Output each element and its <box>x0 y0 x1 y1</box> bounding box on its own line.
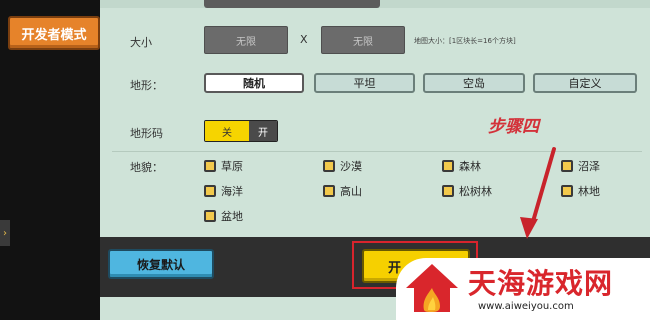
biome-label: 沼泽 <box>578 160 600 173</box>
terrain-option-flat[interactable]: 平坦 <box>314 73 415 93</box>
biome-label: 盆地 <box>221 210 243 223</box>
biome-item-basin[interactable]: 盆地 <box>204 208 243 224</box>
developer-mode-button[interactable]: 开发者模式 <box>8 16 100 50</box>
watermark-title: 天海游戏网 <box>468 267 614 300</box>
biome-label: 森林 <box>459 160 481 173</box>
biome-item-desert[interactable]: 沙漠 <box>323 158 362 174</box>
checkbox[interactable] <box>442 185 454 197</box>
step-annotation: 步骤四 <box>488 117 539 137</box>
toggle-on-option[interactable]: 开 <box>249 121 277 141</box>
biome-item-ocean[interactable]: 海洋 <box>204 183 243 199</box>
biome-item-forest[interactable]: 森林 <box>442 158 481 174</box>
terrain-option-random[interactable]: 随机 <box>204 73 304 93</box>
biome-label: 林地 <box>578 185 600 198</box>
checkbox[interactable] <box>442 160 454 172</box>
chevron-right-icon[interactable]: › <box>0 220 10 246</box>
top-scroll-bar <box>204 0 380 8</box>
checkbox[interactable] <box>204 160 216 172</box>
height-field[interactable]: 无限 <box>321 26 405 54</box>
biome-item-mountain[interactable]: 高山 <box>323 183 362 199</box>
biome-label: 松树林 <box>459 185 492 198</box>
terrain-code-toggle[interactable]: 关 开 <box>204 120 278 142</box>
terrain-option-custom[interactable]: 自定义 <box>533 73 637 93</box>
checkbox[interactable] <box>204 210 216 222</box>
reset-default-button[interactable]: 恢复默认 <box>108 249 214 279</box>
checkbox[interactable] <box>323 185 335 197</box>
biome-label: 草原 <box>221 160 243 173</box>
biomes-label: 地貌： <box>130 161 163 174</box>
biome-label: 沙漠 <box>340 160 362 173</box>
checkbox[interactable] <box>323 160 335 172</box>
width-field[interactable]: 无限 <box>204 26 288 54</box>
toggle-off-option[interactable]: 关 <box>205 121 249 141</box>
terrain-option-sky-island[interactable]: 空岛 <box>423 73 525 93</box>
terrain-label: 地形： <box>130 79 163 92</box>
biome-label: 高山 <box>340 185 362 198</box>
watermark-logo-icon <box>406 264 458 312</box>
size-hint: 地图大小：[1区块长=16个方块] <box>414 37 516 45</box>
checkbox[interactable] <box>204 185 216 197</box>
size-x-label: X <box>300 33 308 46</box>
biome-item-pine-forest[interactable]: 松树林 <box>442 183 492 199</box>
size-label: 大小 <box>130 36 152 49</box>
biome-label: 海洋 <box>221 185 243 198</box>
watermark-url: www.aiweiyou.com <box>478 301 574 312</box>
biome-item-grassland[interactable]: 草原 <box>204 158 243 174</box>
terrain-code-label: 地形码 <box>130 127 163 140</box>
arrow-icon <box>520 147 556 239</box>
